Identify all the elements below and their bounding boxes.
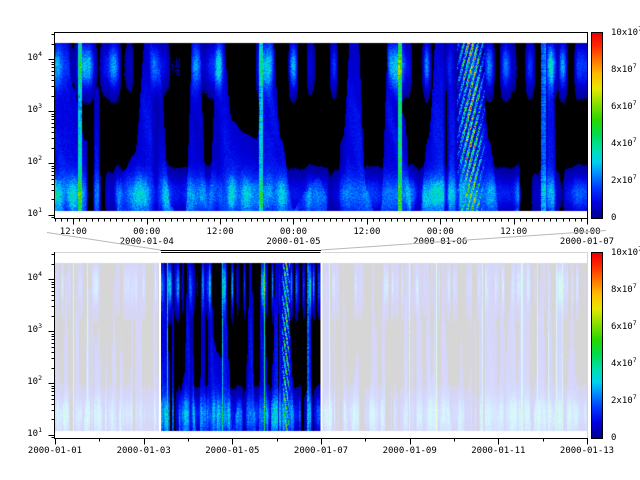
overview-x-date-label: 2000-01-05 [200,446,264,456]
overview-colorbar-tick-label: 6x107 [611,322,637,332]
overview-x-date-label: 2000-01-11 [466,446,530,456]
overview-x-date-label: 2000-01-03 [112,446,176,456]
zoom-colorbar [592,33,602,218]
zoom-x-tick-label: 12:00 [337,227,397,237]
overview-colorbar-tick-label: 0 [611,433,616,443]
zoom-spectrogram-canvas[interactable] [55,33,587,218]
zoom-x-tick-label: 00:00 [263,227,323,237]
zoom-x-tick-label: 12:00 [190,227,250,237]
zoom-colorbar-tick-label: 4x107 [611,139,637,149]
zoom-x-date-label: 2000-01-05 [261,237,325,247]
overview-colorbar-tick-label: 4x107 [611,359,637,369]
zoom-x-date-label: 2000-01-06 [408,237,472,247]
zoom-colorbar-tick-label: 0 [611,213,616,223]
zoom-colorbar-tick-label: 10x107 [611,28,640,38]
zoom-x-tick-label: 00:00 [557,227,617,237]
overview-colorbar [592,253,602,438]
zoom-colorbar-tick-label: 6x107 [611,102,637,112]
overview-x-date-label: 2000-01-07 [289,446,353,456]
overview-colorbar-tick-label: 8x107 [611,285,637,295]
overview-spectrogram-canvas[interactable] [55,253,587,438]
zoom-y-tick-label: 102 [0,157,42,167]
zoom-x-tick-label: 00:00 [117,227,177,237]
zoom-y-tick-label: 103 [0,105,42,115]
overview-colorbar-tick-label: 2x107 [611,396,637,406]
zoom-x-tick-label: 12:00 [43,227,103,237]
zoom-x-date-label: 2000-01-04 [115,237,179,247]
zoom-colorbar-tick-label: 8x107 [611,65,637,75]
overview-x-date-label: 2000-01-01 [23,446,87,456]
zoom-colorbar-tick-label: 2x107 [611,176,637,186]
zoom-y-tick-label: 101 [0,209,42,219]
zoom-x-date-label: 2000-01-07 [555,237,619,247]
spectrogram-figure: 12:0000:002000-01-0412:0000:002000-01-05… [0,0,640,480]
overview-x-date-label: 2000-01-09 [378,446,442,456]
overview-y-tick-label: 103 [0,325,42,335]
zoom-x-tick-label: 00:00 [410,227,470,237]
overview-x-date-label: 2000-01-13 [555,446,619,456]
zoom-y-tick-label: 104 [0,53,42,63]
overview-y-tick-label: 101 [0,429,42,439]
overview-colorbar-tick-label: 10x107 [611,248,640,258]
overview-y-tick-label: 102 [0,377,42,387]
zoom-x-tick-label: 12:00 [484,227,544,237]
overview-y-tick-label: 104 [0,273,42,283]
